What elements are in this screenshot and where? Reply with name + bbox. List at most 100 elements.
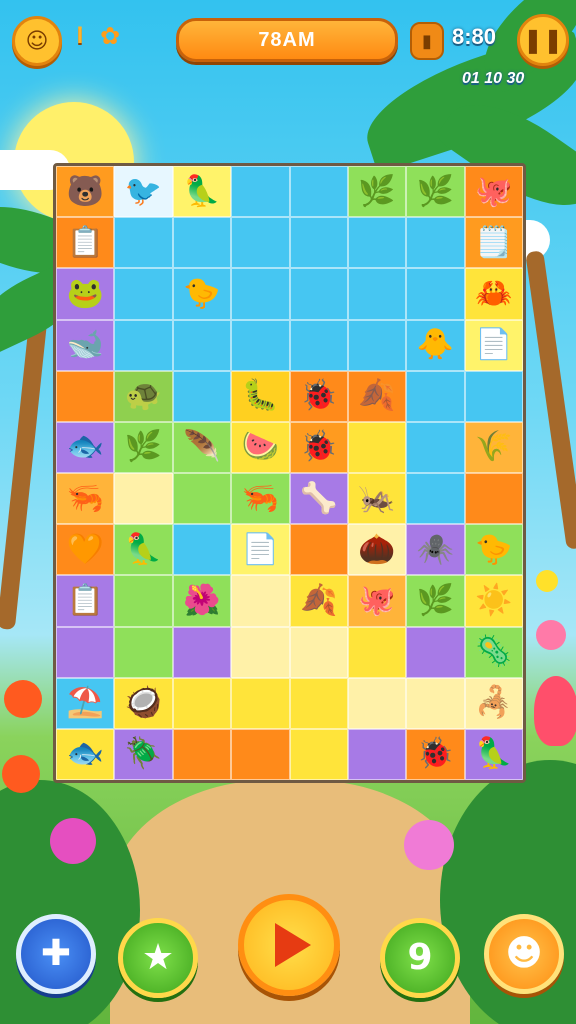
puzzle-tile[interactable]: 🌿 — [114, 421, 173, 473]
puzzle-tile[interactable] — [406, 370, 465, 422]
puzzle-tile[interactable]: ⛱️ — [56, 677, 115, 729]
puzzle-tile[interactable] — [56, 370, 115, 422]
puzzle-tile[interactable] — [231, 319, 290, 371]
puzzle-tile[interactable] — [114, 319, 173, 371]
puzzle-tile[interactable] — [464, 370, 523, 422]
puzzle-tile[interactable] — [114, 473, 173, 525]
puzzle-tile[interactable]: 🦜 — [464, 728, 523, 780]
puzzle-tile[interactable]: 🐞 — [406, 728, 465, 780]
puzzle-tile[interactable] — [347, 421, 407, 473]
puzzle-tile[interactable] — [172, 728, 232, 780]
puzzle-tile[interactable] — [114, 626, 173, 678]
puzzle-tile[interactable]: 📄 — [464, 319, 523, 371]
puzzle-tile[interactable]: 🐦 — [114, 166, 173, 218]
star-button[interactable]: ★ — [118, 918, 198, 998]
puzzle-tile[interactable] — [347, 626, 407, 678]
lock-button[interactable]: ▮ — [410, 22, 444, 60]
puzzle-tile[interactable] — [172, 370, 232, 422]
puzzle-tile[interactable]: 📄 — [231, 524, 290, 576]
puzzle-tile[interactable] — [347, 728, 407, 780]
puzzle-grid[interactable]: 🐻 🐦 🦜 🌿 🌿 🐙 📋 🗒️ 🐸 🐤 🦀 🐋 🐥 📄 🐢 🐛 🐞 🍂 🐟 🌿 🪶 🍉 🐞 🌾 🦐 🦐 🦴 🦗 🧡 🦜 📄 🌰 🕷️ 🐤 📋 🌺 🍂 🐙… — [56, 166, 523, 780]
puzzle-tile[interactable]: 🧡 — [56, 524, 115, 576]
puzzle-tile[interactable]: 🦠 — [464, 626, 523, 678]
puzzle-tile[interactable]: 🐤 — [464, 524, 523, 576]
hint-button[interactable]: 9 — [380, 918, 460, 998]
puzzle-tile[interactable]: 🐙 — [464, 166, 523, 218]
puzzle-tile[interactable]: 🐢 — [114, 370, 173, 422]
pause-button[interactable]: ❚❚ — [517, 14, 569, 66]
gift-button[interactable]: ✿ — [96, 18, 124, 54]
puzzle-tile[interactable] — [172, 626, 232, 678]
puzzle-tile[interactable] — [406, 268, 465, 320]
puzzle-tile[interactable] — [289, 728, 348, 780]
puzzle-tile[interactable]: 🌿 — [347, 166, 407, 218]
puzzle-button[interactable]: ✚ — [16, 914, 96, 994]
puzzle-tile[interactable]: 🥥 — [114, 677, 173, 729]
puzzle-tile[interactable] — [231, 166, 290, 218]
puzzle-tile[interactable] — [289, 626, 348, 678]
puzzle-tile[interactable] — [231, 626, 290, 678]
puzzle-tile[interactable] — [56, 626, 115, 678]
puzzle-tile[interactable]: 🕷️ — [406, 524, 465, 576]
puzzle-tile[interactable]: 🪲 — [114, 728, 173, 780]
puzzle-tile[interactable]: 🦐 — [231, 473, 290, 525]
puzzle-tile[interactable]: 🐸 — [56, 268, 115, 320]
puzzle-tile[interactable] — [172, 473, 232, 525]
puzzle-tile[interactable]: 🐋 — [56, 319, 115, 371]
puzzle-tile[interactable]: 🐙 — [347, 575, 407, 627]
puzzle-tile[interactable] — [289, 524, 348, 576]
puzzle-tile[interactable] — [289, 319, 348, 371]
puzzle-tile[interactable]: 🦂 — [464, 677, 523, 729]
puzzle-tile[interactable] — [172, 524, 232, 576]
puzzle-tile[interactable]: 🐟 — [56, 728, 115, 780]
puzzle-tile[interactable]: 🍂 — [289, 575, 348, 627]
puzzle-tile[interactable] — [172, 677, 232, 729]
puzzle-tile[interactable]: 🐞 — [289, 370, 348, 422]
puzzle-tile[interactable]: 🪶 — [172, 421, 232, 473]
puzzle-tile[interactable]: 🦜 — [172, 166, 232, 218]
puzzle-tile[interactable] — [172, 217, 232, 269]
puzzle-tile[interactable] — [347, 217, 407, 269]
puzzle-tile[interactable]: 🐟 — [56, 421, 115, 473]
puzzle-tile[interactable]: 🍂 — [347, 370, 407, 422]
puzzle-tile[interactable] — [114, 217, 173, 269]
puzzle-tile[interactable] — [289, 268, 348, 320]
puzzle-tile[interactable]: 🌾 — [464, 421, 523, 473]
puzzle-tile[interactable]: 🐞 — [289, 421, 348, 473]
puzzle-tile[interactable] — [231, 217, 290, 269]
puzzle-tile[interactable] — [464, 473, 523, 525]
puzzle-tile[interactable] — [406, 677, 465, 729]
profile-button[interactable]: ☺ — [12, 16, 62, 66]
puzzle-tile[interactable] — [114, 268, 173, 320]
puzzle-tile[interactable] — [406, 626, 465, 678]
puzzle-tile[interactable] — [347, 677, 407, 729]
puzzle-tile[interactable]: 📋 — [56, 575, 115, 627]
puzzle-tile[interactable]: 🐤 — [172, 268, 232, 320]
puzzle-tile[interactable] — [406, 421, 465, 473]
play-button[interactable] — [238, 894, 340, 996]
puzzle-tile[interactable]: 🐥 — [406, 319, 465, 371]
puzzle-tile[interactable] — [347, 319, 407, 371]
puzzle-tile[interactable]: 🦗 — [347, 473, 407, 525]
puzzle-tile[interactable] — [231, 677, 290, 729]
puzzle-tile[interactable]: 🌺 — [172, 575, 232, 627]
puzzle-tile[interactable]: 🐛 — [231, 370, 290, 422]
puzzle-tile[interactable]: 🐻 — [56, 166, 115, 218]
puzzle-tile[interactable] — [231, 575, 290, 627]
puzzle-tile[interactable] — [231, 728, 290, 780]
puzzle-tile[interactable] — [172, 319, 232, 371]
puzzle-board[interactable]: 🐻 🐦 🦜 🌿 🌿 🐙 📋 🗒️ 🐸 🐤 🦀 🐋 🐥 📄 🐢 🐛 🐞 🍂 🐟 🌿 🪶 🍉 🐞 🌾 🦐 🦐 🦴 🦗 🧡 🦜 📄 🌰 🕷️ 🐤 📋 🌺 🍂 🐙… — [53, 163, 526, 783]
puzzle-tile[interactable] — [114, 575, 173, 627]
puzzle-tile[interactable]: 🗒️ — [464, 217, 523, 269]
puzzle-tile[interactable]: 🦀 — [464, 268, 523, 320]
puzzle-tile[interactable] — [231, 268, 290, 320]
puzzle-tile[interactable] — [289, 217, 348, 269]
puzzle-tile[interactable]: 🦴 — [289, 473, 348, 525]
puzzle-tile[interactable]: ☀️ — [464, 575, 523, 627]
puzzle-tile[interactable]: 📋 — [56, 217, 115, 269]
puzzle-tile[interactable]: 🍉 — [231, 421, 290, 473]
puzzle-tile[interactable]: 🌰 — [347, 524, 407, 576]
character-button[interactable]: ☻ — [484, 914, 564, 994]
puzzle-tile[interactable] — [406, 217, 465, 269]
puzzle-tile[interactable]: 🌿 — [406, 166, 465, 218]
